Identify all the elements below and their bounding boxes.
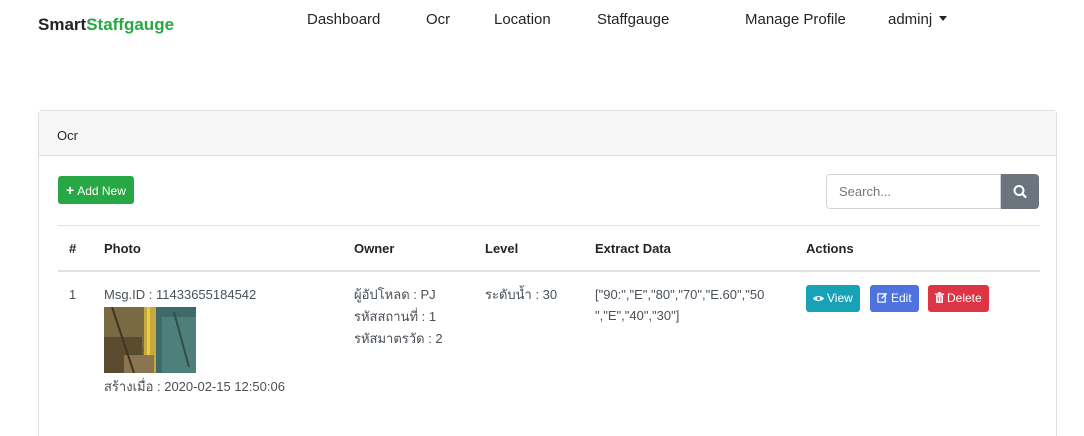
add-new-button[interactable]: + Add New (58, 176, 134, 204)
delete-label: Delete (947, 291, 982, 305)
col-header-level: Level (485, 241, 519, 256)
top-navbar: SmartStaffgauge Dashboard Ocr Location S… (0, 0, 1084, 52)
table-header-border (58, 270, 1040, 272)
staffgauge-photo (104, 307, 196, 373)
col-header-index: # (69, 241, 77, 256)
edit-label: Edit (891, 291, 912, 305)
nav-location[interactable]: Location (494, 11, 551, 28)
owner-gauge-id: รหัสมาตรวัด : 2 (354, 331, 443, 346)
edit-icon (877, 292, 888, 303)
delete-button[interactable]: Delete (928, 285, 989, 312)
water-level: ระดับน้ำ : 30 (485, 287, 558, 302)
chevron-down-icon (939, 16, 948, 21)
card-header: Ocr (39, 111, 1056, 156)
user-menu-dropdown[interactable]: adminj (888, 11, 948, 28)
trash-icon (935, 292, 944, 303)
nav-manage-profile[interactable]: Manage Profile (745, 11, 846, 28)
owner-station-id: รหัสสถานที่ : 1 (354, 309, 437, 324)
col-header-owner: Owner (354, 241, 395, 256)
brand-logo[interactable]: SmartStaffgauge (38, 15, 174, 35)
row-index: 1 (69, 287, 77, 302)
nav-ocr[interactable]: Ocr (426, 11, 450, 28)
view-label: View (827, 291, 853, 305)
msg-id: Msg.ID : 11433655184542 (104, 287, 257, 302)
table-top-border (58, 225, 1040, 226)
search-icon (1013, 185, 1027, 199)
brand-part-1: Smart (38, 15, 87, 34)
edit-button[interactable]: Edit (870, 285, 919, 312)
owner-uploader: ผู้อัปโหลด : PJ (354, 287, 436, 302)
search-input[interactable] (826, 174, 1001, 209)
extract-data-line-1: ["90:","E","80","70","E.60","50 (595, 287, 765, 302)
col-header-extract-data: Extract Data (595, 241, 671, 256)
plus-icon: + (66, 182, 75, 198)
ocr-photo-thumbnail[interactable] (104, 307, 196, 373)
ocr-card: Ocr +Add New # Photo Owner Level Extract… (38, 110, 1057, 436)
extract-data-line-2: ","E","40","30"] (595, 308, 680, 323)
nav-dashboard[interactable]: Dashboard (307, 11, 380, 28)
brand-part-2: Staffgauge (86, 15, 175, 34)
nav-staffgauge[interactable]: Staffgauge (597, 11, 669, 28)
created-at: สร้างเมื่อ : 2020-02-15 12:50:06 (104, 379, 285, 394)
eye-icon (813, 296, 824, 301)
col-header-photo: Photo (104, 241, 141, 256)
user-name: adminj (888, 11, 933, 28)
add-new-label: Add New (77, 184, 126, 198)
search-button[interactable] (1001, 174, 1039, 209)
view-button[interactable]: View (806, 285, 860, 312)
col-header-actions: Actions (806, 241, 854, 256)
